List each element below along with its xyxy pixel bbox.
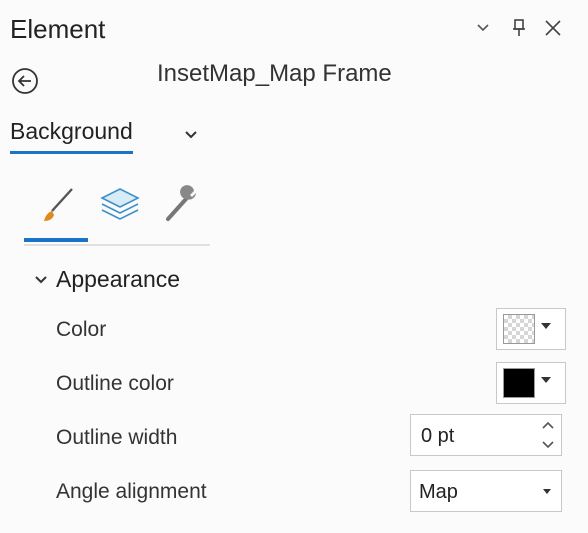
outline-width-input[interactable]: 0 pt (410, 414, 562, 456)
chevron-down-icon[interactable] (180, 124, 202, 146)
back-arrow-icon (12, 68, 38, 94)
increment-chevron-up-icon[interactable] (535, 415, 561, 435)
tool-tabs (24, 178, 210, 246)
active-tab-indicator (24, 238, 88, 242)
back-button[interactable] (10, 66, 40, 96)
dropdown-arrow-icon (543, 489, 551, 494)
tab-properties[interactable] (150, 178, 210, 232)
background-dropdown[interactable]: Background (10, 118, 133, 154)
pin-icon[interactable] (506, 14, 532, 42)
wrench-icon (166, 185, 196, 221)
outline-width-label: Outline width (56, 426, 178, 449)
outline-width-value: 0 pt (421, 425, 455, 447)
decrement-chevron-down-icon[interactable] (535, 435, 561, 455)
color-picker[interactable] (496, 308, 566, 350)
section-title: Appearance (56, 266, 181, 292)
close-icon[interactable] (540, 14, 566, 42)
pane-title: Element (10, 14, 106, 44)
element-name: InsetMap_Map Frame (157, 60, 392, 87)
no-color-swatch (503, 314, 535, 344)
tab-symbology[interactable] (28, 178, 88, 232)
outline-color-label: Outline color (56, 372, 174, 395)
layers-icon (100, 188, 140, 220)
angle-alignment-value: Map (419, 481, 458, 503)
dropdown-arrow-icon (541, 377, 551, 383)
element-pane: Element InsetMap_Map Frame Background Ap… (0, 0, 588, 533)
black-color-swatch (503, 368, 535, 398)
angle-alignment-select[interactable]: Map (410, 470, 562, 512)
color-label: Color (56, 318, 107, 341)
dropdown-arrow-icon (541, 323, 551, 329)
tab-layers[interactable] (90, 178, 150, 232)
pane-options-chevron-icon[interactable] (470, 14, 496, 42)
appearance-section-header[interactable]: Appearance (34, 266, 180, 293)
chevron-down-icon (34, 273, 48, 287)
brush-icon (44, 188, 73, 221)
outline-color-picker[interactable] (496, 362, 566, 404)
angle-alignment-label: Angle alignment (56, 480, 207, 503)
